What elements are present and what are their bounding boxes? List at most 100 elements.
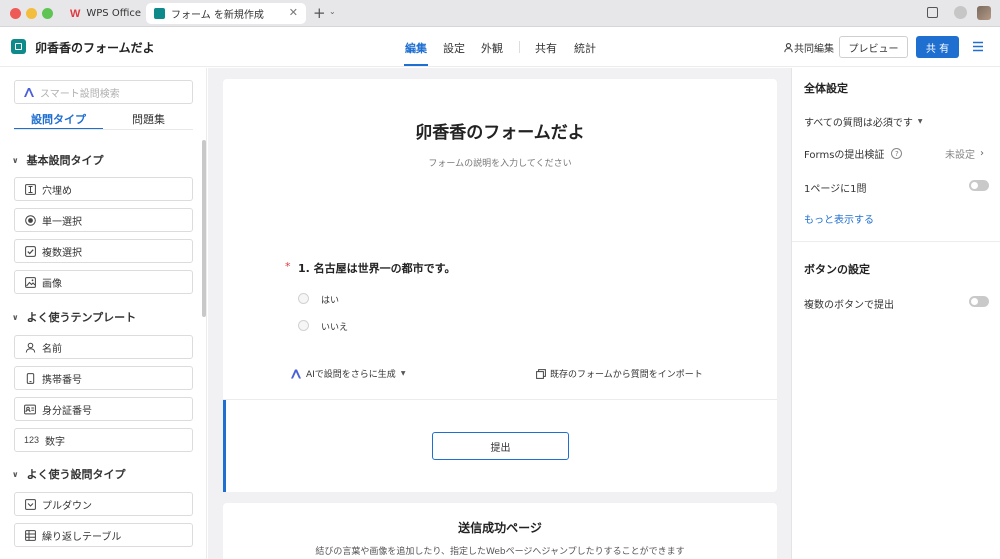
phone-icon [24, 372, 36, 384]
close-window-button[interactable] [10, 8, 21, 19]
required-mark: * [285, 260, 291, 273]
page-title: 卯香香のフォームだよ [35, 41, 155, 55]
tab-label: フォーム を新規作成 [171, 10, 264, 21]
person-icon [24, 341, 36, 353]
tab-appearance[interactable]: 外観 [481, 40, 503, 56]
item-label: 数字 [45, 436, 66, 448]
section-common-question-types[interactable]: ∨ よく使う設問タイプ [12, 466, 126, 482]
form-title[interactable]: 卯香香のフォームだよ [223, 118, 777, 143]
submit-section-highlight [223, 400, 226, 492]
avatar[interactable] [977, 6, 991, 20]
person-icon [783, 42, 794, 53]
minimize-window-button[interactable] [26, 8, 37, 19]
one-per-page-label: 1ページに1問 [804, 184, 867, 195]
tab-share[interactable]: 共有 [535, 40, 557, 56]
section-basic-question-types[interactable]: ∨ 基本設問タイプ [12, 152, 104, 168]
smart-search-input[interactable]: スマート設問検索 [14, 80, 193, 104]
nav-divider [519, 41, 520, 53]
search-placeholder: スマート設問検索 [40, 88, 120, 100]
forms-validation-text: Formsの提出検証 [804, 150, 885, 161]
submit-button[interactable]: 提出 [432, 432, 569, 460]
tab-edit-underline [404, 64, 428, 66]
ai-generate-button[interactable]: AIで設問をさらに生成 ▼ [290, 367, 405, 380]
ai-logo-icon [290, 369, 302, 379]
preview-label: プレビュー [848, 43, 899, 55]
ai-generate-label: AIで設問をさらに生成 [306, 370, 396, 380]
import-questions-button[interactable]: 既存のフォームから質問をインポート [536, 367, 703, 380]
general-settings-title: 全体設定 [804, 82, 848, 95]
option-radio[interactable] [298, 320, 309, 331]
tab-settings[interactable]: 設定 [443, 40, 465, 56]
share-button[interactable]: 共 有 [916, 36, 959, 58]
option-label: いいえ [321, 323, 349, 333]
question-type-single-choice[interactable]: 単一選択 [14, 208, 193, 232]
new-tab-icon[interactable]: + [313, 4, 326, 22]
settings-icon[interactable] [954, 6, 967, 19]
preview-button[interactable]: プレビュー [839, 36, 908, 58]
tab-edit[interactable]: 編集 [405, 40, 427, 56]
question-type-image[interactable]: 画像 [14, 270, 193, 294]
tab-question-bank[interactable]: 問題集 [132, 111, 165, 127]
form-app-icon [154, 8, 165, 19]
browser-titlebar: W WPS Office フォーム を新規作成 ✕ + ⌄ [0, 0, 1000, 27]
multi-submit-toggle[interactable] [969, 296, 989, 307]
close-tab-icon[interactable]: ✕ [289, 6, 298, 19]
question-type-repeat-table[interactable]: 繰り返しテーブル [14, 523, 193, 547]
success-page-title: 送信成功ページ [458, 521, 542, 535]
forms-validation-setting[interactable]: 未設定 › [945, 146, 984, 161]
section-divider [223, 399, 777, 400]
tab-wps-office[interactable]: W WPS Office [62, 3, 142, 24]
success-page-desc: 結びの言葉や画像を追加したり、指定したWebページへジャンプしたりすることができ… [315, 547, 685, 557]
question-title[interactable]: 1. 名古屋は世界一の都市です。 [298, 260, 456, 276]
all-required-dropdown[interactable]: すべての質問は必須です ▼ [804, 114, 923, 129]
section-title: よく使うテンプレート [26, 311, 137, 324]
table-icon [24, 529, 36, 541]
wps-logo-icon: W [70, 7, 81, 20]
forms-validation-value: 未設定 [945, 150, 975, 161]
sidebar-scrollbar[interactable] [202, 140, 206, 317]
window-layout-icon[interactable] [927, 7, 938, 18]
copy-icon [536, 368, 546, 379]
form-description-field[interactable]: フォームの説明を入力してください [223, 156, 777, 169]
submit-label: 提出 [490, 442, 511, 454]
question-type-fill-blank[interactable]: 穴埋め [14, 177, 193, 201]
tab-label: WPS Office [86, 8, 142, 19]
caret-down-icon: ▼ [400, 370, 406, 377]
chevron-down-icon: ∨ [12, 312, 19, 322]
question-type-dropdown[interactable]: プルダウン [14, 492, 193, 516]
question-type-multiple-choice[interactable]: 複数選択 [14, 239, 193, 263]
chevron-right-icon: › [980, 148, 984, 159]
template-name[interactable]: 名前 [14, 335, 193, 359]
option-radio[interactable] [298, 293, 309, 304]
ai-logo-icon [23, 87, 35, 98]
item-label: 身分証番号 [42, 405, 92, 417]
menu-icon[interactable] [972, 41, 984, 52]
one-per-page-toggle[interactable] [969, 180, 989, 191]
item-label: 複数選択 [42, 247, 82, 259]
all-required-label: すべての質問は必須です [804, 118, 913, 129]
template-number[interactable]: 123 数字 [14, 428, 193, 452]
tab-question-types[interactable]: 設問タイプ [31, 111, 86, 127]
show-more-link[interactable]: もっと表示する [804, 211, 874, 226]
template-mobile-number[interactable]: 携帯番号 [14, 366, 193, 390]
coedit-button[interactable]: 共同編集 [783, 40, 834, 55]
coedit-label: 共同編集 [794, 44, 834, 55]
number-icon: 123 [24, 435, 40, 445]
right-settings-panel [791, 68, 1000, 559]
section-title: 基本設問タイプ [26, 154, 104, 167]
help-icon[interactable]: ? [891, 148, 903, 159]
maximize-window-button[interactable] [42, 8, 53, 19]
button-settings-title: ボタンの設定 [804, 263, 870, 276]
item-label: 名前 [42, 343, 62, 355]
form-app-logo-icon [11, 39, 26, 54]
tab-list-chevron-icon[interactable]: ⌄ [329, 7, 336, 16]
tab-new-form[interactable]: フォーム を新規作成 ✕ [146, 3, 306, 24]
radio-icon [24, 214, 36, 226]
item-label: 穴埋め [42, 185, 72, 197]
checkbox-icon [24, 245, 36, 257]
chevron-down-icon: ∨ [12, 155, 19, 165]
chevron-down-icon: ∨ [12, 469, 19, 479]
template-id-number[interactable]: 身分証番号 [14, 397, 193, 421]
tab-statistics[interactable]: 統計 [574, 40, 596, 56]
section-common-templates[interactable]: ∨ よく使うテンプレート [12, 309, 136, 325]
